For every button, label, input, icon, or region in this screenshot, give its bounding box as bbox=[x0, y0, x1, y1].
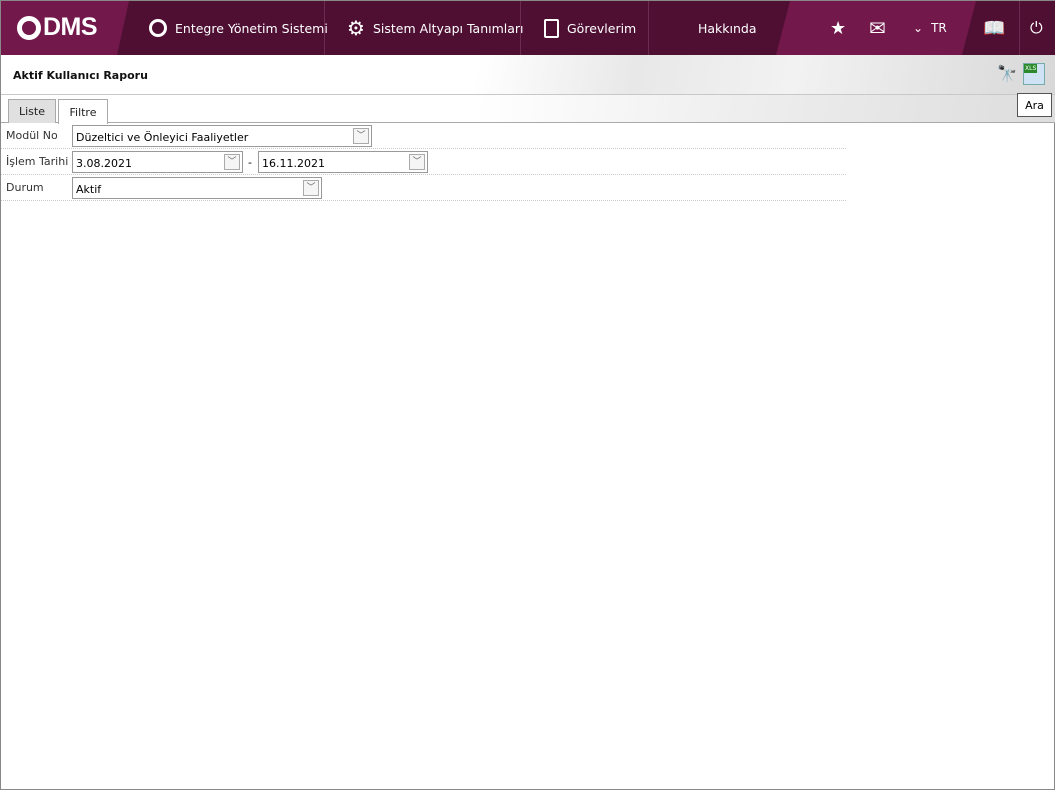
date-to-input[interactable]: 16.11.2021 ﹀ bbox=[258, 151, 428, 173]
language-dropdown[interactable]: ⌄ TR bbox=[913, 1, 947, 55]
date-to-value: 16.11.2021 bbox=[262, 157, 325, 170]
nav-label: Entegre Yönetim Sistemi bbox=[175, 20, 328, 36]
q-icon bbox=[149, 19, 167, 37]
filter-row-tarih: İşlem Tarihi 3.08.2021 ﹀ - 16.11.2021 ﹀ bbox=[1, 149, 846, 175]
modul-select[interactable]: Düzeltici ve Önleyici Faaliyetler ﹀ bbox=[72, 125, 372, 147]
logo-text: DMS bbox=[43, 13, 98, 41]
tarih-label: İşlem Tarihi bbox=[6, 155, 69, 168]
date-from-value: 3.08.2021 bbox=[76, 157, 132, 170]
mail-icon[interactable]: ✉ bbox=[869, 1, 886, 55]
filter-row-modul: Modül No Düzeltici ve Önleyici Faaliyetl… bbox=[1, 123, 846, 149]
modul-label: Modül No bbox=[6, 129, 58, 142]
nav-gorevlerim[interactable]: Görevlerim bbox=[544, 1, 636, 55]
durum-label: Durum bbox=[6, 181, 44, 194]
nav-hakkinda[interactable]: Hakkında bbox=[698, 1, 757, 55]
chevron-down-icon[interactable]: ﹀ bbox=[224, 154, 240, 170]
nav-label: Görevlerim bbox=[567, 20, 637, 36]
binoculars-icon[interactable]: 🔭 bbox=[997, 64, 1017, 83]
tab-label: Filtre bbox=[69, 105, 97, 119]
qdms-logo[interactable]: DMS bbox=[17, 13, 98, 42]
chevron-down-icon[interactable]: ﹀ bbox=[303, 180, 319, 196]
nav-label: Sistem Altyapı Tanımları bbox=[372, 20, 524, 36]
top-nav: DMS Entegre Yönetim Sistemi ⚙ Sistem Alty… bbox=[1, 1, 1055, 55]
nav-sistem-altyapi[interactable]: ⚙ Sistem Altyapı Tanımları bbox=[347, 1, 524, 55]
gear-icon: ⚙ bbox=[347, 16, 365, 40]
tab-bar: Liste Filtre bbox=[1, 95, 1055, 124]
export-xls-icon[interactable]: XLS bbox=[1023, 63, 1045, 85]
durum-value: Aktif bbox=[76, 183, 102, 196]
tooltip: Ara bbox=[1017, 93, 1052, 117]
chevron-down-icon: ⌄ bbox=[913, 21, 924, 35]
page-header bbox=[1, 55, 1055, 95]
date-from-input[interactable]: 3.08.2021 ﹀ bbox=[72, 151, 243, 173]
filter-row-durum: Durum Aktif ﹀ bbox=[1, 175, 846, 201]
modul-value: Düzeltici ve Önleyici Faaliyetler bbox=[76, 131, 249, 144]
tab-label: Liste bbox=[19, 105, 45, 118]
page-title: Aktif Kullanıcı Raporu bbox=[13, 69, 148, 82]
tab-liste[interactable]: Liste bbox=[8, 99, 56, 123]
date-separator: - bbox=[248, 156, 252, 169]
tab-filtre[interactable]: Filtre bbox=[58, 99, 108, 124]
star-icon[interactable]: ★ bbox=[830, 1, 846, 55]
chevron-down-icon[interactable]: ﹀ bbox=[409, 154, 425, 170]
power-icon[interactable]: ⏻ bbox=[1030, 1, 1043, 55]
chevron-down-icon[interactable]: ﹀ bbox=[353, 128, 369, 144]
nav-entegre-yonetim[interactable]: Entegre Yönetim Sistemi bbox=[149, 1, 328, 55]
durum-select[interactable]: Aktif ﹀ bbox=[72, 177, 322, 199]
manual-icon[interactable]: 📖 bbox=[983, 1, 1005, 55]
clipboard-icon bbox=[544, 18, 559, 38]
language-label: TR bbox=[931, 21, 947, 35]
nav-label: Hakkında bbox=[698, 20, 757, 36]
